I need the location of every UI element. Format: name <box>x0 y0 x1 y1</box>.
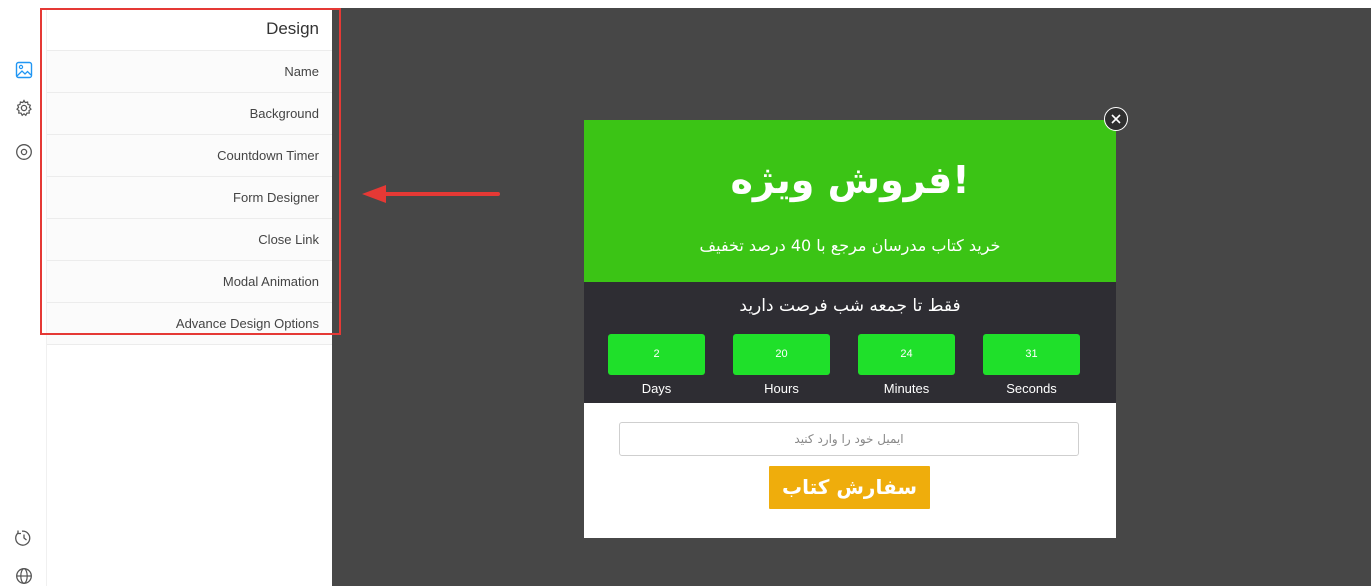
design-panel: Design Name Background Countdown Timer F… <box>46 8 333 586</box>
email-field[interactable] <box>619 422 1079 456</box>
history-icon[interactable] <box>14 528 34 548</box>
close-icon[interactable] <box>1104 107 1128 131</box>
menu-item-form-designer[interactable]: Form Designer <box>47 177 333 219</box>
menu-item-close-link[interactable]: Close Link <box>47 219 333 261</box>
globe-icon[interactable] <box>14 566 34 586</box>
timer-hours-value: 20 <box>733 334 830 375</box>
target-icon[interactable] <box>14 142 34 162</box>
menu-item-countdown-timer[interactable]: Countdown Timer <box>47 135 333 177</box>
annotation-arrow-icon <box>362 185 500 203</box>
timer-minutes-value: 24 <box>858 334 955 375</box>
popup-subtitle: خرید کتاب مدرسان مرجع با 40 درصد تخفیف <box>699 236 1001 255</box>
popup-title: !فروش ویژه <box>730 158 970 202</box>
menu-item-name[interactable]: Name <box>47 51 333 93</box>
timer-days-value: 2 <box>608 334 705 375</box>
countdown-timer: فقط تا جمعه شب فرصت دارید 2 20 24 31 Day… <box>584 282 1116 403</box>
timer-seconds-value: 31 <box>983 334 1080 375</box>
timer-minutes-label: Minutes <box>883 381 930 396</box>
timer-hours-label: Hours <box>764 381 799 396</box>
icon-rail <box>0 0 46 586</box>
timer-title: فقط تا جمعه شب فرصت دارید <box>739 296 961 316</box>
order-book-button[interactable]: سفارش کتاب <box>769 466 930 509</box>
design-menu-title: Design <box>47 8 333 51</box>
design-menu: Design Name Background Countdown Timer F… <box>47 8 333 345</box>
popup-hero: !فروش ویژه خرید کتاب مدرسان مرجع با 40 د… <box>584 120 1116 282</box>
menu-item-background[interactable]: Background <box>47 93 333 135</box>
menu-item-advance-design-options[interactable]: Advance Design Options <box>47 303 333 345</box>
image-icon[interactable] <box>14 60 34 80</box>
timer-seconds-label: Seconds <box>1006 381 1057 396</box>
timer-days-label: Days <box>641 381 672 396</box>
menu-item-modal-animation[interactable]: Modal Animation <box>47 261 333 303</box>
gear-icon[interactable] <box>14 98 34 118</box>
popup-modal: !فروش ویژه خرید کتاب مدرسان مرجع با 40 د… <box>584 120 1116 538</box>
